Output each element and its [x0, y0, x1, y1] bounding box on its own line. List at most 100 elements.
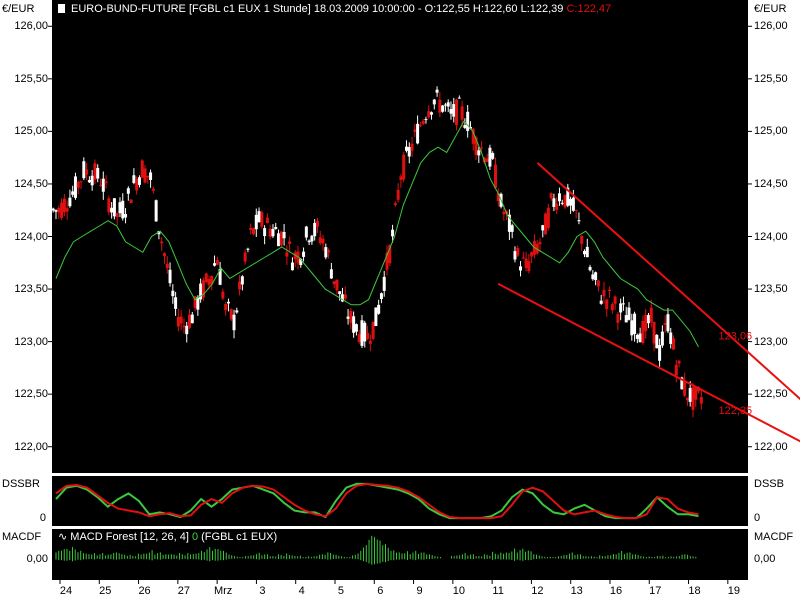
candle-up [586, 247, 589, 257]
candle-down [419, 125, 422, 126]
candle-down [116, 213, 119, 217]
candle-down [602, 290, 605, 296]
candle-up [541, 225, 544, 230]
candle-down [502, 212, 505, 215]
candle-up [118, 202, 121, 213]
candle-down [411, 144, 414, 151]
candle-up [310, 236, 313, 242]
price-annotation: 123,06 [719, 330, 753, 342]
macd-value: 0 [192, 531, 198, 543]
candle-down [349, 311, 352, 323]
candle-up [491, 153, 494, 159]
candle-up [639, 334, 642, 343]
candle-down [85, 169, 88, 174]
candle-up [347, 317, 350, 319]
candle-down [66, 208, 69, 211]
candle-up [127, 188, 130, 193]
candle-down [614, 297, 617, 304]
candle-up [666, 314, 669, 331]
candle-down [438, 100, 441, 113]
candle-down [252, 228, 255, 234]
candle-up [263, 228, 266, 236]
candle-down [327, 250, 330, 252]
candle-down [550, 193, 553, 198]
candle-up [132, 175, 135, 183]
trendline [498, 284, 800, 442]
candle-down [605, 300, 608, 310]
candle-down [616, 314, 619, 323]
candle-down [366, 333, 369, 339]
candle-up [377, 305, 380, 314]
candle-up [647, 315, 650, 323]
candle-up [274, 227, 277, 229]
candle-up [330, 269, 333, 278]
candle-up [577, 220, 580, 221]
candle-up [96, 168, 99, 179]
candle-up [185, 326, 188, 334]
candle-up [155, 200, 158, 221]
candle-up [233, 315, 236, 331]
candle-up [360, 320, 363, 346]
candle-up [277, 233, 280, 246]
candle-up [463, 125, 466, 128]
candle-up [271, 229, 274, 236]
candle-down [580, 236, 583, 244]
chart-graphics: 123,06122,35 [0, 0, 800, 600]
candle-up [255, 215, 258, 229]
candle-up [55, 210, 58, 212]
candle-down [60, 203, 63, 218]
candle-down [280, 232, 283, 246]
candle-up [74, 176, 77, 197]
candle-up [619, 303, 622, 312]
candle-down [397, 190, 400, 200]
candle-up [241, 276, 244, 284]
candle-down [522, 257, 525, 258]
candle-up [511, 225, 514, 232]
candle-up [391, 230, 394, 237]
candle-up [246, 249, 249, 250]
candle-down [678, 361, 681, 364]
candle-down [653, 322, 656, 344]
candle-up [424, 119, 427, 120]
candle-up [88, 180, 91, 182]
candle-up [338, 291, 341, 294]
candle-up [433, 100, 436, 105]
candle-up [68, 198, 71, 206]
candle-down [597, 280, 600, 286]
candle-down [333, 281, 336, 284]
candle-down [399, 176, 402, 180]
candle-up [258, 211, 261, 222]
candle-up [383, 277, 386, 291]
candle-down [57, 208, 60, 213]
candle-up [196, 297, 199, 309]
candle-down [99, 185, 102, 186]
candle-down [486, 159, 489, 162]
candle-up [227, 302, 230, 304]
candle-up [594, 272, 597, 280]
candle-down [413, 130, 416, 132]
candle-down [683, 380, 686, 395]
candle-down [516, 248, 519, 256]
candle-up [569, 199, 572, 206]
macd-header: ∿ MACD Forest [12, 26, 4] 0 (FGBL c1 EUX… [58, 531, 277, 544]
candle-up [102, 179, 105, 192]
candle-down [564, 195, 567, 208]
candle-up [52, 209, 55, 211]
candle-up [283, 232, 286, 238]
candle-down [525, 259, 528, 268]
candle-down [555, 204, 558, 210]
candle-down [230, 309, 233, 319]
candle-up [380, 293, 383, 299]
candle-up [519, 266, 522, 270]
candle-up [552, 198, 555, 207]
chart-title: EURO-BUND-FUTURE [FGBL c1 EUX 1 Stunde] … [71, 3, 566, 15]
candle-up [191, 315, 194, 324]
candle-up [174, 297, 177, 309]
candle-down [644, 315, 647, 331]
candle-down [188, 315, 191, 328]
candle-up [600, 301, 603, 304]
candle-up [355, 324, 358, 331]
candle-up [408, 147, 411, 156]
candle-up [91, 176, 94, 186]
candle-up [622, 303, 625, 304]
